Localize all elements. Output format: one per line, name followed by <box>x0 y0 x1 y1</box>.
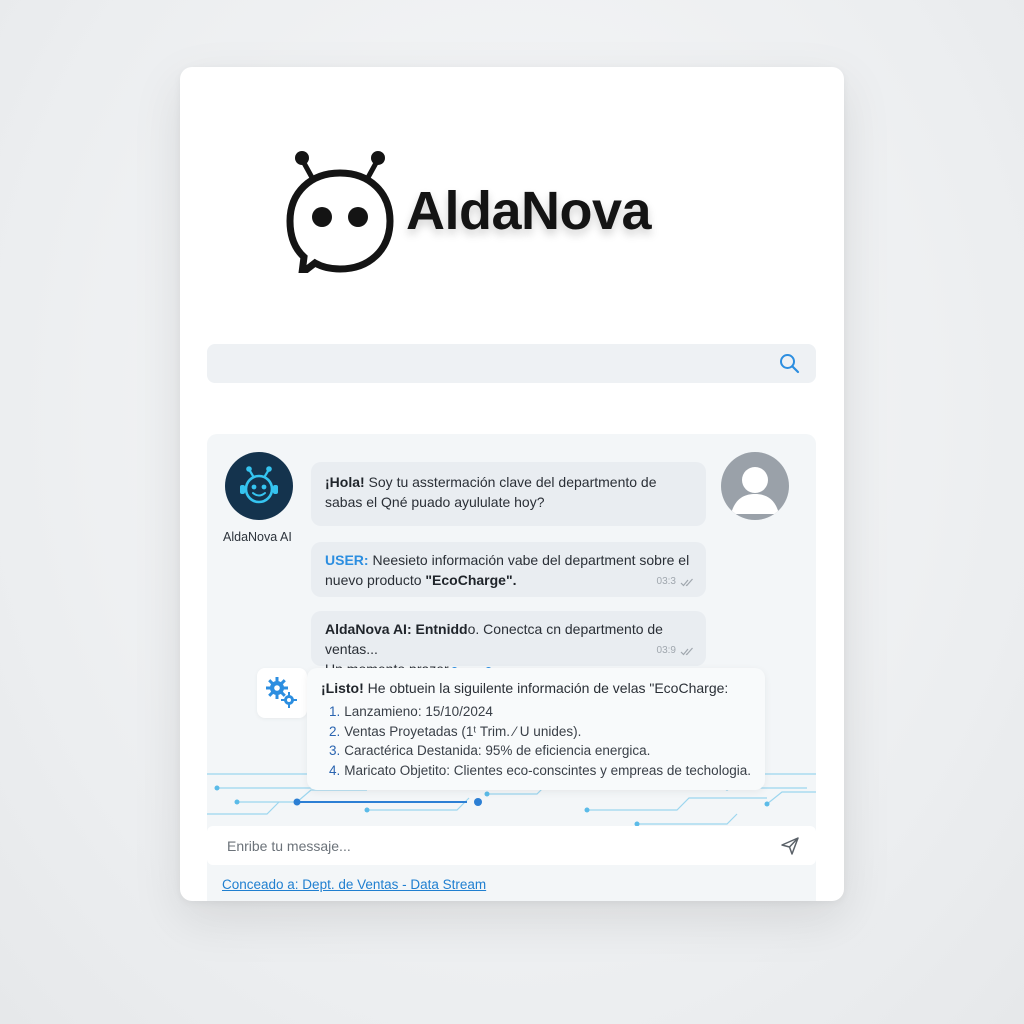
result-list: 1. Lanzamieno: 15/10/2024 2. Ventas Proyet… <box>321 702 751 780</box>
message-input[interactable] <box>207 826 747 865</box>
list-item: 4. Maricato Objetito: Clientes eco-consci… <box>329 762 751 778</box>
message-time: 03:3 <box>656 576 676 587</box>
message-line: AldaNova AI: Entniddo. Conectca cn depar… <box>325 619 692 659</box>
double-check-icon <box>680 578 693 586</box>
list-item: 2. Ventas Proyetadas (1ᵗ Trim. ⁄ U unides… <box>329 723 582 739</box>
gears-icon <box>266 677 297 708</box>
list-item: 1. Lanzamieno: 15/10/2024 <box>329 704 493 719</box>
bot-name: AldaNova AI <box>223 530 292 544</box>
message-sender: USER: <box>325 552 369 568</box>
message-meta: 03:9 <box>657 641 694 661</box>
message-bot-processing: AldaNova AI: Entniddo. Conectca cn depar… <box>311 611 706 677</box>
message-lead: ¡Hola! <box>325 474 365 490</box>
message-line: nuevo producto "EcoCharge". <box>325 570 692 590</box>
search-input[interactable] <box>207 344 767 383</box>
message-bot-result: ¡Listo! He obtuein la siguilente informa… <box>307 668 765 790</box>
message-line: ¡Listo! He obtuein la siguilente informa… <box>321 678 751 698</box>
chat-panel: AldaNova AI ¡Hola! Soy tu asstermación c… <box>207 434 816 901</box>
send-icon[interactable] <box>780 836 800 856</box>
message-meta: 03:3 <box>657 572 694 592</box>
message-user-request: USER: Neesieto información vabe del depa… <box>311 542 706 597</box>
robot-avatar-icon <box>240 466 278 504</box>
message-text: He obtuein la siguilente información de … <box>363 680 729 696</box>
bot-avatar <box>225 452 293 520</box>
message-composer[interactable] <box>207 826 816 865</box>
message-lead: ¡Listo! <box>321 680 364 696</box>
message-text: sabas el Qné puado ayululate hoy? <box>325 494 545 510</box>
user-avatar[interactable] <box>721 452 789 520</box>
message-time: 03:9 <box>656 645 676 656</box>
message-sender: AldaNova AI: <box>325 621 412 637</box>
brand-name: AldaNova <box>406 181 652 241</box>
message-line: ¡Hola! Soy tu asstermación clave del dep… <box>325 472 692 492</box>
message-text: Entnidd <box>411 621 468 637</box>
message-line: USER: Neesieto información vabe del depa… <box>325 550 692 570</box>
user-avatar-icon <box>731 467 779 514</box>
brand-logo: AldaNova <box>282 149 652 273</box>
app-window: AldaNova AldaNova AI ¡Hola! Soy tu asste… <box>180 67 844 901</box>
search-bar[interactable] <box>207 344 816 383</box>
search-icon[interactable] <box>779 353 800 374</box>
message-text: Neesieto información vabe del department… <box>368 552 690 568</box>
product-name: "EcoCharge". <box>425 572 517 588</box>
connection-status-link[interactable]: Conceado a: Dept. de Ventas - Data Strea… <box>222 877 486 892</box>
robot-chat-bubble-icon <box>286 151 394 273</box>
double-check-icon <box>680 647 693 655</box>
message-bot-greeting: ¡Hola! Soy tu asstermación clave del dep… <box>311 462 706 526</box>
message-text: Soy tu asstermación clave del department… <box>364 474 657 490</box>
list-item: 3. Caractérica Destanida: 95% de eficienc… <box>329 743 651 758</box>
gears-badge <box>257 668 307 718</box>
message-text: nuevo producto <box>325 572 426 588</box>
